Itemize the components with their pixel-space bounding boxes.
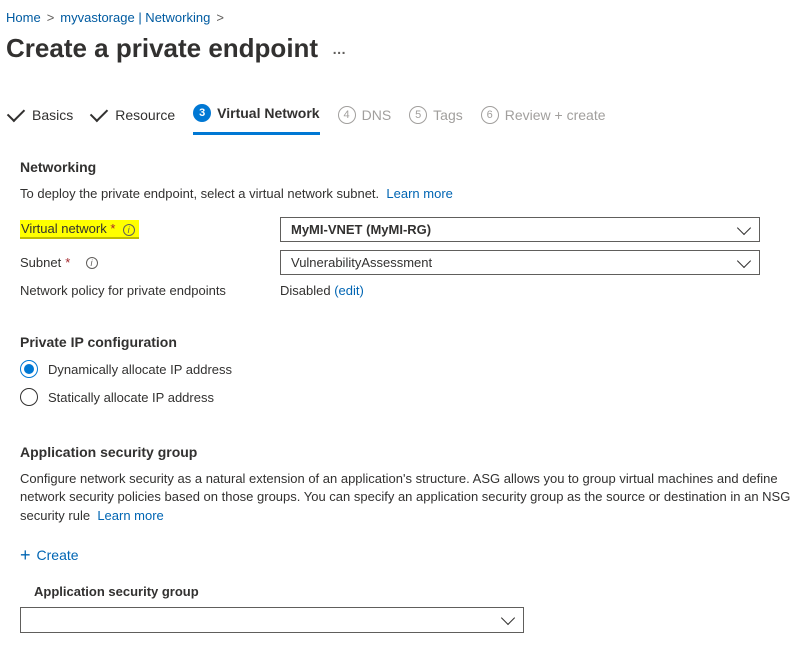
subnet-select[interactable]: VulnerabilityAssessment [280,250,760,275]
ip-config-heading: Private IP configuration [20,334,794,350]
network-policy-value: Disabled (edit) [280,283,364,298]
info-icon[interactable]: i [123,224,135,236]
networking-heading: Networking [20,159,794,175]
page-title: Create a private endpoint … [4,31,810,74]
asg-heading: Application security group [20,444,794,460]
wizard-tabs: Basics Resource 3 Virtual Network 4 DNS … [4,74,810,135]
vnet-select[interactable]: MyMI-VNET (MyMI-RG) [280,217,760,242]
plus-icon: + [20,545,31,566]
network-policy-label: Network policy for private endpoints [20,283,280,298]
breadcrumb-resource[interactable]: myvastorage | Networking [60,10,210,25]
radio-dynamic-ip[interactable]: Dynamically allocate IP address [20,360,794,378]
info-icon[interactable]: i [86,257,98,269]
chevron-down-icon [737,221,751,235]
radio-icon [20,388,38,406]
breadcrumb-sep: > [47,10,55,25]
step-number-icon: 6 [481,106,499,124]
step-number-icon: 5 [409,106,427,124]
breadcrumb-sep: > [216,10,224,25]
more-actions-icon[interactable]: … [332,41,348,57]
tab-resource[interactable]: Resource [91,101,175,133]
tab-virtual-network[interactable]: 3 Virtual Network [193,98,319,135]
asg-subheading: Application security group [34,584,794,599]
asg-description: Configure network security as a natural … [20,470,794,525]
networking-description: To deploy the private endpoint, select a… [20,185,794,203]
asg-create-button[interactable]: + Create [20,545,79,566]
vnet-label: Virtual network * i [20,220,280,239]
policy-edit-link[interactable]: (edit) [334,283,364,298]
chevron-down-icon [501,611,515,625]
radio-static-ip[interactable]: Statically allocate IP address [20,388,794,406]
step-number-icon: 4 [338,106,356,124]
tab-review-create[interactable]: 6 Review + create [481,100,606,134]
breadcrumb-home[interactable]: Home [6,10,41,25]
chevron-down-icon [737,254,751,268]
asg-select[interactable] [20,607,524,633]
tab-tags[interactable]: 5 Tags [409,100,463,134]
networking-learn-more-link[interactable]: Learn more [386,186,452,201]
asg-learn-more-link[interactable]: Learn more [97,508,163,523]
radio-icon [20,360,38,378]
step-number-icon: 3 [193,104,211,122]
tab-dns[interactable]: 4 DNS [338,100,392,134]
breadcrumb: Home > myvastorage | Networking > [4,8,810,31]
tab-basics[interactable]: Basics [8,101,73,133]
subnet-label: Subnet * i [20,255,280,270]
